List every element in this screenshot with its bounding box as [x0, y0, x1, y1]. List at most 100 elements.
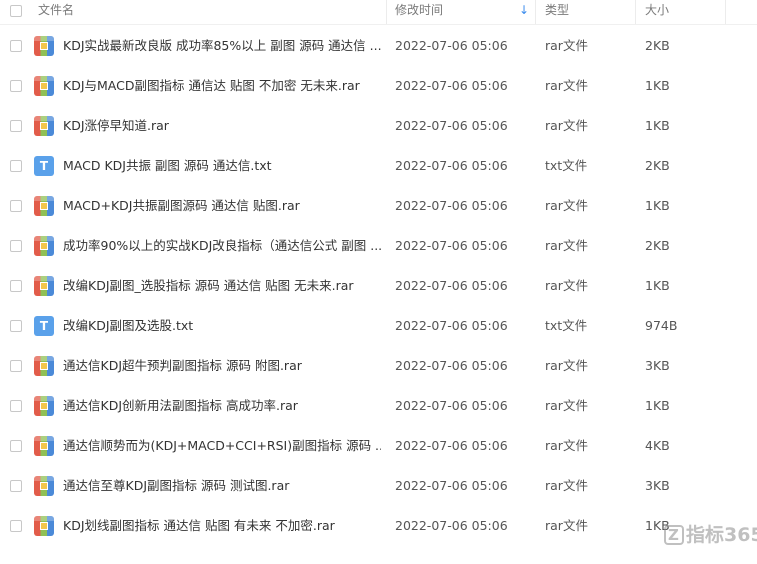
file-row[interactable]: T 改编KDJ副图及选股.txt 2022-07-06 05:06 txt文件 974B	[0, 306, 757, 346]
column-divider[interactable]	[535, 0, 536, 24]
rar-archive-icon	[34, 116, 54, 136]
file-type: rar文件	[545, 398, 588, 413]
file-type: rar文件	[545, 438, 588, 453]
row-checkbox[interactable]	[10, 240, 22, 252]
file-type: rar文件	[545, 198, 588, 213]
file-modified-time: 2022-07-06 05:06	[395, 438, 508, 453]
file-modified-time: 2022-07-06 05:06	[395, 318, 508, 333]
rar-archive-icon	[34, 396, 54, 416]
file-size: 2KB	[645, 158, 670, 173]
sort-descending-icon[interactable]: ↓	[519, 2, 529, 18]
file-row[interactable]: 通达信顺势而为(KDJ+MACD+CCI+RSI)副图指标 源码 ... 2022…	[0, 426, 757, 466]
file-type: rar文件	[545, 278, 588, 293]
file-size: 1KB	[645, 278, 670, 293]
file-row[interactable]: KDJ与MACD副图指标 通信达 贴图 不加密 无未来.rar 2022-07-0…	[0, 66, 757, 106]
file-modified-time: 2022-07-06 05:06	[395, 518, 508, 533]
file-name[interactable]: MACD KDJ共振 副图 源码 通达信.txt	[63, 146, 381, 186]
rar-archive-icon	[34, 476, 54, 496]
file-size: 1KB	[645, 398, 670, 413]
row-checkbox[interactable]	[10, 200, 22, 212]
file-size: 2KB	[645, 238, 670, 253]
file-modified-time: 2022-07-06 05:06	[395, 78, 508, 93]
file-type: rar文件	[545, 38, 588, 53]
row-checkbox[interactable]	[10, 280, 22, 292]
file-size: 1KB	[645, 118, 670, 133]
file-modified-time: 2022-07-06 05:06	[395, 398, 508, 413]
file-modified-time: 2022-07-06 05:06	[395, 478, 508, 493]
file-row[interactable]: KDJ实战最新改良版 成功率85%以上 副图 源码 通达信 ... 2022-07…	[0, 26, 757, 66]
file-name[interactable]: KDJ与MACD副图指标 通信达 贴图 不加密 无未来.rar	[63, 66, 381, 106]
file-name[interactable]: 成功率90%以上的实战KDJ改良指标（通达信公式 副图 ...	[63, 226, 381, 266]
row-checkbox[interactable]	[10, 80, 22, 92]
file-name[interactable]: KDJ涨停早知道.rar	[63, 106, 381, 146]
file-name[interactable]: 通达信KDJ超牛预判副图指标 源码 附图.rar	[63, 346, 381, 386]
file-list-header: 文件名 修改时间 ↓ 类型 大小	[0, 0, 757, 25]
file-type: rar文件	[545, 78, 588, 93]
watermark: 指标365	[664, 520, 757, 550]
file-row[interactable]: 改编KDJ副图_选股指标 源码 通达信 贴图 无未来.rar 2022-07-06…	[0, 266, 757, 306]
txt-file-icon: T	[34, 156, 54, 176]
rar-archive-icon	[34, 236, 54, 256]
file-size: 2KB	[645, 38, 670, 53]
file-row[interactable]: MACD+KDJ共振副图源码 通达信 贴图.rar 2022-07-06 05:0…	[0, 186, 757, 226]
column-header-name[interactable]: 文件名	[38, 0, 378, 24]
row-checkbox[interactable]	[10, 360, 22, 372]
column-header-type[interactable]: 类型	[545, 0, 625, 24]
row-checkbox[interactable]	[10, 520, 22, 532]
file-name[interactable]: 改编KDJ副图及选股.txt	[63, 306, 381, 346]
row-checkbox[interactable]	[10, 40, 22, 52]
select-all-checkbox[interactable]	[10, 5, 22, 17]
rar-archive-icon	[34, 36, 54, 56]
row-checkbox[interactable]	[10, 440, 22, 452]
rar-archive-icon	[34, 196, 54, 216]
file-row[interactable]: KDJ涨停早知道.rar 2022-07-06 05:06 rar文件 1KB	[0, 106, 757, 146]
file-size: 4KB	[645, 438, 670, 453]
row-checkbox[interactable]	[10, 120, 22, 132]
file-type: rar文件	[545, 358, 588, 373]
file-list: 文件名 修改时间 ↓ 类型 大小 KDJ实战最新改良版 成功率85%以上 副图 …	[0, 0, 757, 564]
file-type: rar文件	[545, 478, 588, 493]
row-checkbox[interactable]	[10, 160, 22, 172]
row-checkbox[interactable]	[10, 400, 22, 412]
file-size: 974B	[645, 318, 678, 333]
rar-archive-icon	[34, 276, 54, 296]
file-name[interactable]: 通达信KDJ创新用法副图指标 高成功率.rar	[63, 386, 381, 426]
file-row[interactable]: 通达信至尊KDJ副图指标 源码 测试图.rar 2022-07-06 05:06 r…	[0, 466, 757, 506]
file-row[interactable]: T MACD KDJ共振 副图 源码 通达信.txt 2022-07-06 05:0…	[0, 146, 757, 186]
file-modified-time: 2022-07-06 05:06	[395, 158, 508, 173]
column-header-modified-time[interactable]: 修改时间	[395, 0, 515, 24]
column-header-size[interactable]: 大小	[645, 0, 725, 24]
file-row[interactable]: 通达信KDJ创新用法副图指标 高成功率.rar 2022-07-06 05:06 r…	[0, 386, 757, 426]
file-modified-time: 2022-07-06 05:06	[395, 238, 508, 253]
file-row[interactable]: 通达信KDJ超牛预判副图指标 源码 附图.rar 2022-07-06 05:06…	[0, 346, 757, 386]
file-size: 3KB	[645, 478, 670, 493]
column-divider[interactable]	[635, 0, 636, 24]
file-name[interactable]: 通达信至尊KDJ副图指标 源码 测试图.rar	[63, 466, 381, 506]
column-divider[interactable]	[386, 0, 387, 24]
rar-archive-icon	[34, 436, 54, 456]
file-row[interactable]: KDJ划线副图指标 通达信 贴图 有未来 不加密.rar 2022-07-06 0…	[0, 506, 757, 546]
file-type: rar文件	[545, 238, 588, 253]
rar-archive-icon	[34, 356, 54, 376]
file-modified-time: 2022-07-06 05:06	[395, 358, 508, 373]
file-name[interactable]: 通达信顺势而为(KDJ+MACD+CCI+RSI)副图指标 源码 ...	[63, 426, 381, 466]
file-modified-time: 2022-07-06 05:06	[395, 118, 508, 133]
file-name[interactable]: 改编KDJ副图_选股指标 源码 通达信 贴图 无未来.rar	[63, 266, 381, 306]
watermark-text: 指标365	[686, 524, 757, 546]
file-name[interactable]: KDJ实战最新改良版 成功率85%以上 副图 源码 通达信 ...	[63, 26, 381, 66]
column-divider[interactable]	[725, 0, 726, 24]
file-type: txt文件	[545, 158, 588, 173]
txt-file-icon: T	[34, 316, 54, 336]
rar-archive-icon	[34, 76, 54, 96]
file-modified-time: 2022-07-06 05:06	[395, 198, 508, 213]
file-name[interactable]: MACD+KDJ共振副图源码 通达信 贴图.rar	[63, 186, 381, 226]
row-checkbox[interactable]	[10, 480, 22, 492]
file-name[interactable]: KDJ划线副图指标 通达信 贴图 有未来 不加密.rar	[63, 506, 381, 546]
file-modified-time: 2022-07-06 05:06	[395, 38, 508, 53]
rar-archive-icon	[34, 516, 54, 536]
file-type: rar文件	[545, 118, 588, 133]
file-size: 3KB	[645, 358, 670, 373]
file-row[interactable]: 成功率90%以上的实战KDJ改良指标（通达信公式 副图 ... 2022-07-0…	[0, 226, 757, 266]
row-checkbox[interactable]	[10, 320, 22, 332]
file-type: txt文件	[545, 318, 588, 333]
